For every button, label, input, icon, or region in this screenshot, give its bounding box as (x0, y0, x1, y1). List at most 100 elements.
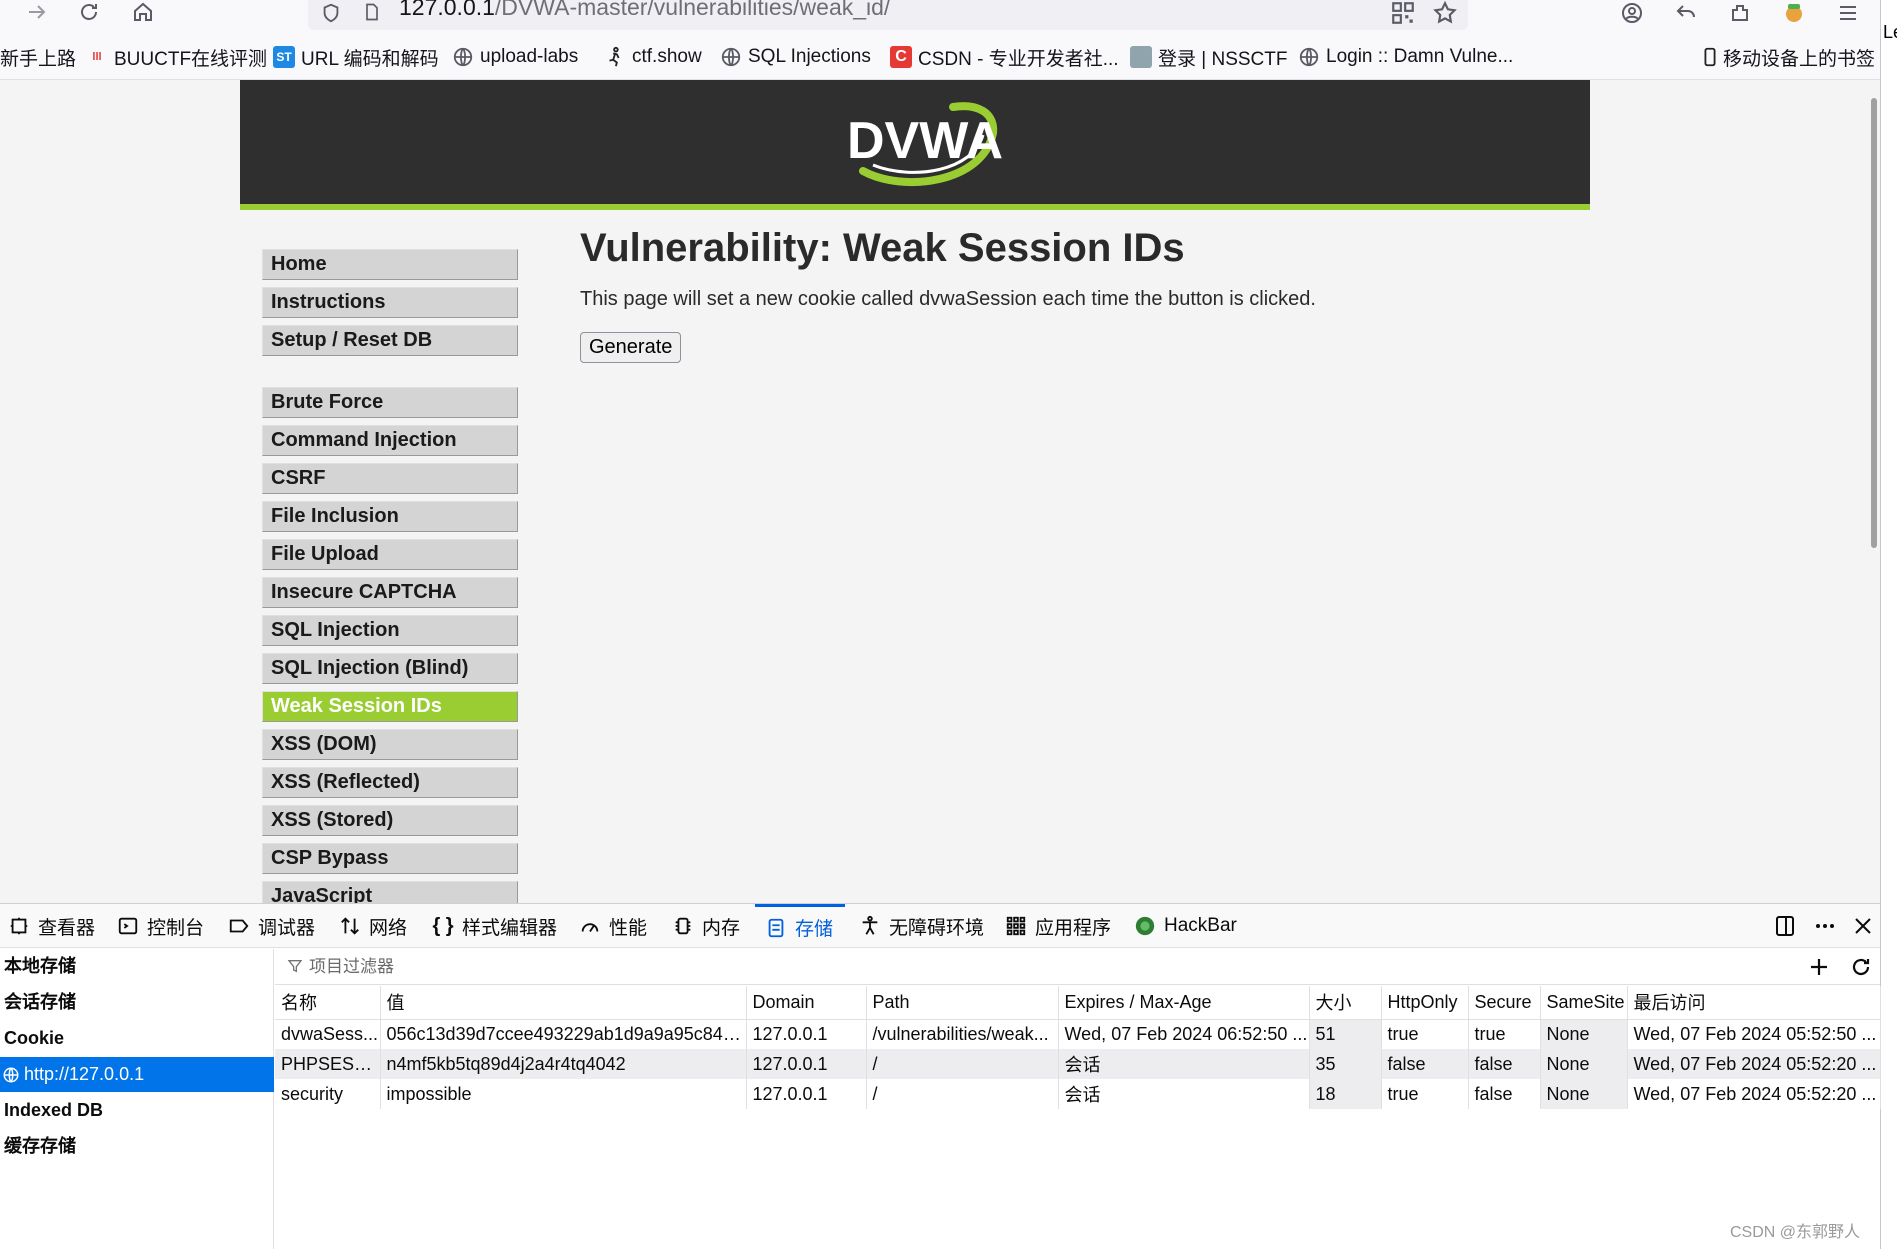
menu-item-file-inclusion[interactable]: File Inclusion (262, 501, 518, 532)
menu-item-instructions[interactable]: Instructions (262, 287, 518, 318)
column-header-value[interactable]: 值 (380, 986, 747, 1020)
tab-network[interactable]: 网络 (339, 904, 407, 948)
column-header-samesite[interactable]: SameSite (1540, 986, 1628, 1020)
cell-last-accessed[interactable]: Wed, 07 Feb 2024 05:52:20 ... (1627, 1049, 1881, 1079)
tree-session-storage[interactable]: 会话存储 (0, 985, 274, 1020)
cell-secure[interactable]: true (1468, 1019, 1541, 1049)
cell-expires[interactable]: 会话 (1058, 1079, 1310, 1109)
mobile-bookmarks[interactable]: 移动设备上的书签 (1699, 44, 1875, 70)
tab-accessibility[interactable]: 无障碍环境 (859, 904, 984, 948)
menu-icon[interactable] (1833, 0, 1863, 26)
url-field[interactable]: 127.0.0.1/DVWA-master/vulnerabilities/we… (308, 0, 1468, 30)
bookmark-star-icon[interactable] (1432, 0, 1458, 26)
bookmark-item[interactable]: upload-labs (452, 44, 578, 70)
dock-side-icon[interactable] (1772, 913, 1798, 939)
menu-item-xss-reflected[interactable]: XSS (Reflected) (262, 767, 518, 798)
bookmark-item[interactable]: ST URL 编码和解码 (273, 44, 439, 70)
generate-button[interactable]: Generate (580, 332, 682, 363)
page-scrollbar[interactable] (1868, 80, 1880, 903)
column-header-httponly[interactable]: HttpOnly (1381, 986, 1469, 1020)
cell-value[interactable]: n4mf5kb5tq89d4j2a4r4tq4042 (380, 1049, 747, 1079)
home-icon[interactable] (128, 0, 158, 24)
menu-item-sql-injection-blind[interactable]: SQL Injection (Blind) (262, 653, 518, 684)
tree-cache-storage[interactable]: 缓存存储 (0, 1129, 274, 1164)
cell-httponly[interactable]: true (1381, 1019, 1469, 1049)
column-header-domain[interactable]: Domain (746, 986, 867, 1020)
bookmark-item[interactable]: 新手上路 (0, 44, 76, 70)
column-header-size[interactable]: 大小 (1309, 986, 1382, 1020)
tree-indexed-db[interactable]: Indexed DB (0, 1093, 274, 1128)
tab-storage[interactable]: 存储 (755, 904, 846, 948)
column-header-expires[interactable]: Expires / Max-Age (1058, 986, 1310, 1020)
table-row[interactable]: PHPSESSID n4mf5kb5tq89d4j2a4r4tq4042 127… (275, 1049, 1881, 1079)
cell-domain[interactable]: 127.0.0.1 (746, 1049, 867, 1079)
menu-item-csp-bypass[interactable]: CSP Bypass (262, 843, 518, 874)
bookmark-item[interactable]: SQL Injections (720, 44, 871, 70)
cell-name[interactable]: PHPSESSID (275, 1049, 381, 1079)
refresh-icon[interactable] (1848, 954, 1874, 980)
menu-item-xss-stored[interactable]: XSS (Stored) (262, 805, 518, 836)
column-header-last-accessed[interactable]: 最后访问 (1627, 986, 1881, 1020)
cell-path[interactable]: / (866, 1049, 1059, 1079)
cell-last-accessed[interactable]: Wed, 07 Feb 2024 05:52:20 ... (1627, 1079, 1881, 1109)
table-row[interactable]: security impossible 127.0.0.1 / 会话 18 tr… (275, 1079, 1881, 1109)
tree-local-storage[interactable]: 本地存储 (0, 949, 274, 984)
menu-item-csrf[interactable]: CSRF (262, 463, 518, 494)
tab-console[interactable]: 控制台 (117, 904, 204, 948)
cell-expires[interactable]: 会话 (1058, 1049, 1310, 1079)
shield-icon[interactable] (320, 2, 342, 24)
cell-value[interactable]: impossible (380, 1079, 747, 1109)
close-icon[interactable] (1850, 913, 1876, 939)
cell-httponly[interactable]: true (1381, 1079, 1469, 1109)
cell-last-accessed[interactable]: Wed, 07 Feb 2024 05:52:50 ... (1627, 1019, 1881, 1049)
reload-icon[interactable] (74, 0, 104, 24)
menu-item-file-upload[interactable]: File Upload (262, 539, 518, 570)
cell-size[interactable]: 51 (1309, 1019, 1382, 1049)
account-icon[interactable] (1617, 0, 1647, 26)
cell-domain[interactable]: 127.0.0.1 (746, 1079, 867, 1109)
url-text[interactable]: 127.0.0.1/DVWA-master/vulnerabilities/we… (399, 0, 890, 21)
bookmark-item[interactable]: lll BUUCTF在线评测 (86, 44, 267, 70)
tab-hackbar[interactable]: HackBar (1134, 904, 1237, 948)
table-row[interactable]: dvwaSess... 056c13d39d7ccee493229ab1d9a9… (275, 1019, 1881, 1049)
menu-item-home[interactable]: Home (262, 249, 518, 280)
menu-item-setup[interactable]: Setup / Reset DB (262, 325, 518, 356)
bookmark-item[interactable]: Login :: Damn Vulne... (1298, 44, 1513, 70)
scrollbar-thumb[interactable] (1871, 98, 1877, 548)
cell-samesite[interactable]: None (1540, 1079, 1628, 1109)
tab-style-editor[interactable]: { } 样式编辑器 (432, 904, 557, 948)
menu-item-xss-dom[interactable]: XSS (DOM) (262, 729, 518, 760)
menu-item-javascript[interactable]: JavaScript (262, 881, 518, 903)
cell-size[interactable]: 18 (1309, 1079, 1382, 1109)
cell-path[interactable]: / (866, 1079, 1059, 1109)
cell-secure[interactable]: false (1468, 1079, 1541, 1109)
more-options-icon[interactable] (1812, 913, 1838, 939)
extensions-icon[interactable] (1725, 0, 1755, 26)
menu-item-weak-session-ids[interactable]: Weak Session IDs (262, 691, 518, 722)
qr-code-icon[interactable] (1390, 0, 1416, 26)
cell-samesite[interactable]: None (1540, 1049, 1628, 1079)
tab-memory[interactable]: 内存 (672, 904, 740, 948)
cell-secure[interactable]: false (1468, 1049, 1541, 1079)
filter-input[interactable] (309, 953, 709, 981)
cell-name[interactable]: dvwaSess... (275, 1019, 381, 1049)
bookmark-item[interactable]: 登录 | NSSCTF (1130, 44, 1288, 70)
tab-debugger[interactable]: 调试器 (228, 904, 315, 948)
menu-item-brute-force[interactable]: Brute Force (262, 387, 518, 418)
menu-item-sql-injection[interactable]: SQL Injection (262, 615, 518, 646)
cell-name[interactable]: security (275, 1079, 381, 1109)
tab-inspector[interactable]: 查看器 (8, 904, 95, 948)
forward-icon[interactable] (22, 0, 52, 24)
hackbar-extension-icon[interactable] (1779, 0, 1809, 26)
add-item-icon[interactable] (1806, 954, 1832, 980)
menu-item-insecure-captcha[interactable]: Insecure CAPTCHA (262, 577, 518, 608)
tree-cookie[interactable]: Cookie (0, 1021, 274, 1056)
bookmark-item[interactable]: C CSDN - 专业开发者社... (890, 44, 1119, 70)
bookmark-item[interactable]: ctf.show (604, 44, 702, 70)
tree-cookie-host[interactable]: http://127.0.0.1 (0, 1057, 274, 1092)
cell-value[interactable]: 056c13d39d7ccee493229ab1d9a9a95c84a... (380, 1019, 747, 1049)
column-header-name[interactable]: 名称 (275, 986, 381, 1020)
cell-path[interactable]: /vulnerabilities/weak... (866, 1019, 1059, 1049)
column-header-secure[interactable]: Secure (1468, 986, 1541, 1020)
cell-expires[interactable]: Wed, 07 Feb 2024 06:52:50 ... (1058, 1019, 1310, 1049)
